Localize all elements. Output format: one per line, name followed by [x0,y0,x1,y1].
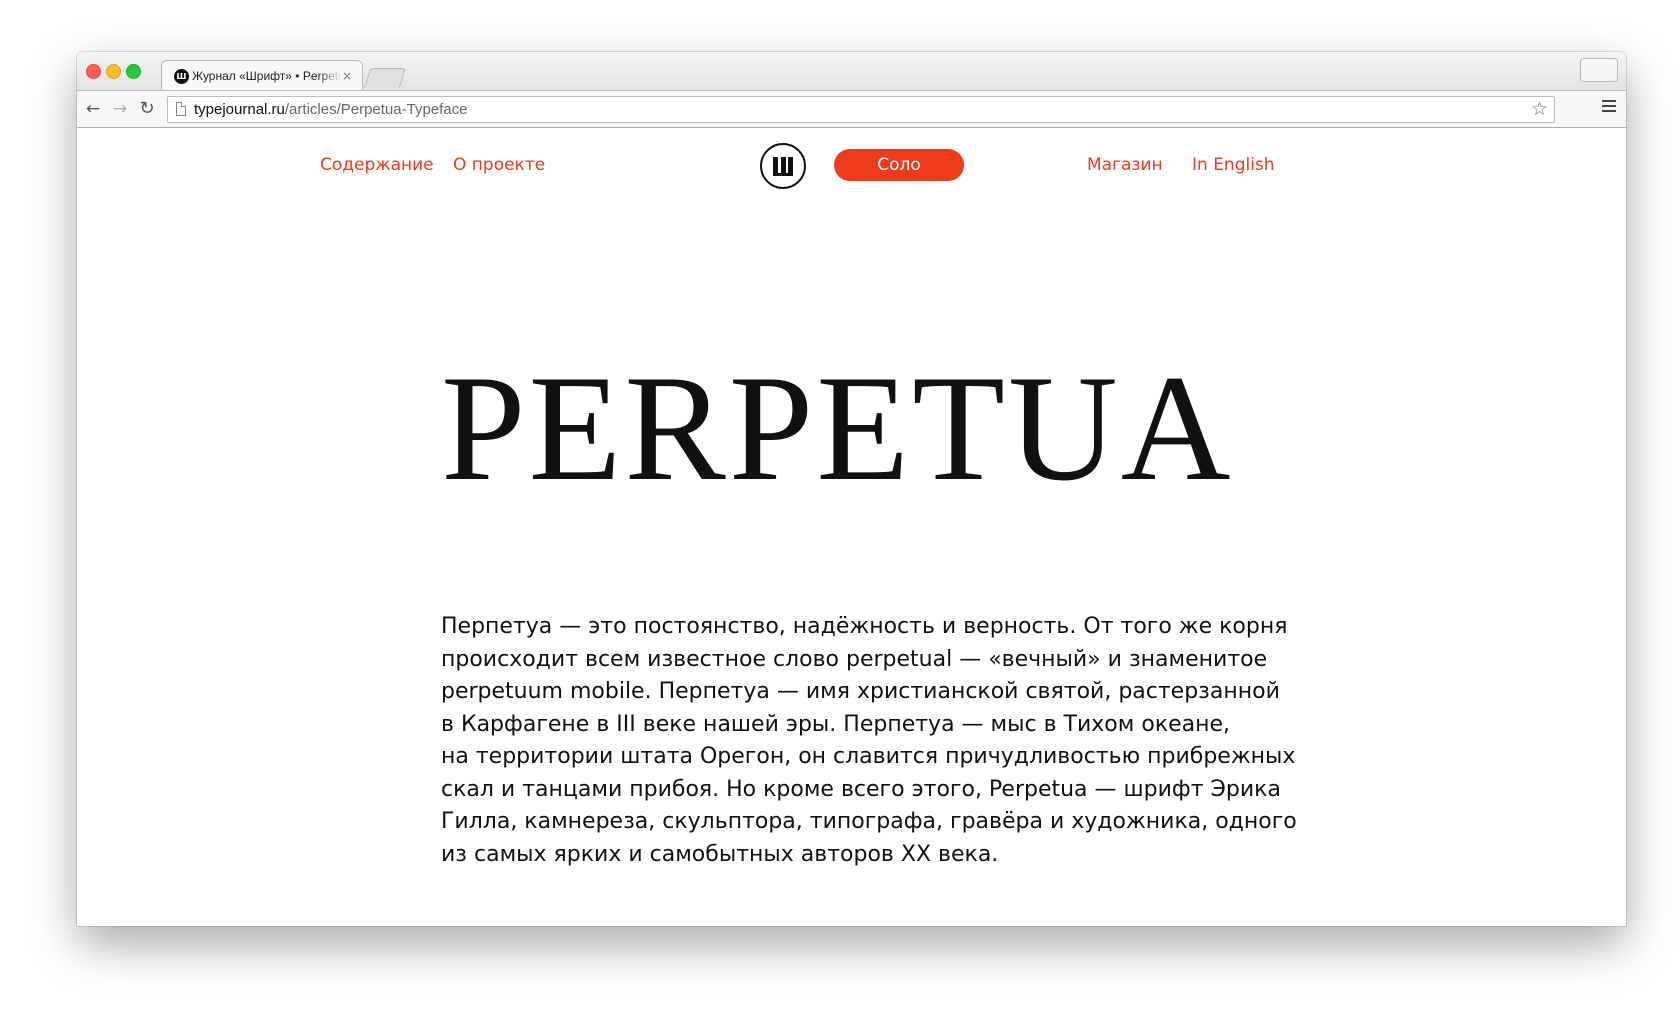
nav-link-shop[interactable]: Магазин [1087,154,1163,176]
intro-line: из самых ярких и самобытных авторов XX в… [441,841,999,867]
page-content: Содержание О проекте Соло Магазин In Eng… [77,128,1626,926]
intro-line: perpetuum mobile. Перпетуа — имя христиа… [441,679,1280,704]
reload-icon[interactable]: ↻ [135,97,159,121]
nav-link-english[interactable]: In English [1192,154,1275,176]
desktop-backdrop: Ш Журнал «Шрифт» • Perpetua Typeface × ←… [0,0,1680,1019]
url-domain: typejournal.ru [194,101,285,118]
window-control-button[interactable] [1580,58,1618,82]
tab-active[interactable]: Ш Журнал «Шрифт» • Perpetua Typeface × [161,60,363,90]
page-icon [176,102,186,116]
forward-icon[interactable]: → [108,97,132,121]
url-path: /articles/Perpetua-Typeface [284,101,468,118]
new-tab-button[interactable] [363,68,407,88]
star-icon[interactable]: ☆ [1531,98,1548,121]
tab-strip: Ш Журнал «Шрифт» • Perpetua Typeface × [77,52,1626,90]
intro-line: Перпетуа — это постоянство, надёжность и… [441,614,1288,639]
intro-line: в Карфагене в III веке нашей эры. Перпет… [441,711,1231,737]
intro-line: на территории штата Орегон, он славится … [441,744,1296,769]
nav-link-contents[interactable]: Содержание [320,154,434,176]
article-intro: Перпетуа — это постоянство, надёжность и… [441,611,1301,871]
article-title: PERPETUA [441,344,1234,512]
intro-line: скал и танцами прибоя. Но кроме всего эт… [441,776,1281,802]
menu-icon[interactable] [1602,100,1616,112]
close-window-button[interactable] [86,64,101,79]
logo-icon [773,157,793,176]
back-icon[interactable]: ← [81,97,105,121]
address-bar[interactable]: typejournal.ru/articles/Perpetua-Typefac… [167,96,1555,123]
favicon-icon: Ш [174,69,189,84]
solo-button[interactable]: Соло [834,149,964,181]
intro-line: происходит всем известное слово perpetua… [441,646,1268,672]
site-logo[interactable] [760,143,806,189]
close-icon[interactable]: × [342,67,352,85]
browser-window: Ш Журнал «Шрифт» • Perpetua Typeface × ←… [77,52,1626,926]
zoom-window-button[interactable] [126,64,141,79]
nav-link-about[interactable]: О проекте [453,154,545,176]
browser-toolbar: ← → ↻ typejournal.ru/articles/Perpetua-T… [77,90,1626,128]
intro-line: Гилла, камнереза, скульптора, типографа,… [441,809,1297,834]
tab-title: Журнал «Шрифт» • Perpetua Typeface [192,67,342,85]
minimize-window-button[interactable] [106,64,121,79]
url-text[interactable]: typejournal.ru/articles/Perpetua-Typefac… [194,100,467,120]
